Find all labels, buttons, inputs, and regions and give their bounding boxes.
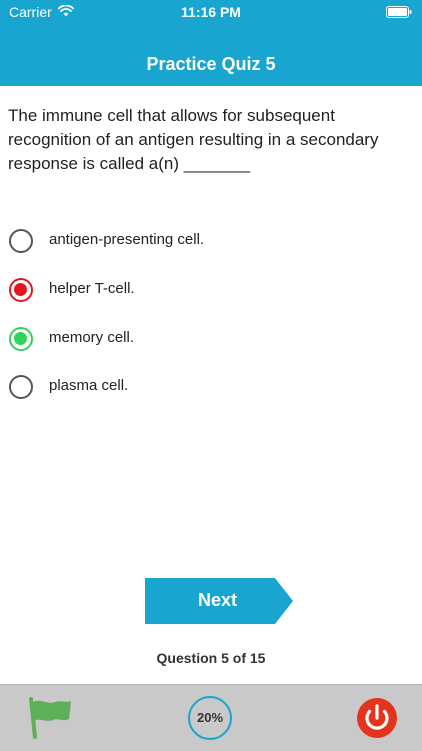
- question-counter: Question 5 of 15: [156, 650, 266, 666]
- page-title: Practice Quiz 5: [146, 54, 276, 74]
- power-icon[interactable]: [356, 697, 398, 739]
- answer-option-3[interactable]: memory cell.: [9, 326, 409, 356]
- flag-icon[interactable]: [25, 697, 73, 739]
- answer-option-1[interactable]: antigen-presenting cell.: [9, 228, 409, 258]
- answer-option-4[interactable]: plasma cell.: [9, 374, 409, 404]
- radio-unselected-icon[interactable]: [9, 375, 33, 399]
- status-time: 11:16 PM: [181, 4, 241, 20]
- radio-incorrect-icon[interactable]: [9, 278, 33, 302]
- option-label: plasma cell.: [49, 377, 129, 394]
- answer-option-2[interactable]: helper T-cell.: [9, 277, 409, 307]
- radio-correct-icon[interactable]: [9, 327, 33, 351]
- progress-indicator: 20%: [188, 696, 232, 740]
- progress-label: 20%: [196, 710, 224, 725]
- bottom-toolbar: 20%: [0, 684, 422, 751]
- option-label: helper T-cell.: [49, 280, 135, 297]
- radio-unselected-icon[interactable]: [9, 229, 33, 253]
- header-bar: Carrier 11:16 PM Practice Quiz 5: [0, 0, 422, 86]
- next-button-label: Next: [197, 590, 237, 610]
- option-label: antigen-presenting cell.: [49, 231, 205, 248]
- battery-icon: [386, 6, 412, 18]
- next-button[interactable]: Next: [145, 578, 293, 624]
- status-bar: Carrier 11:16 PM: [0, 0, 422, 26]
- question-text: The immune cell that allows for subseque…: [8, 106, 379, 173]
- option-label: memory cell.: [49, 329, 135, 346]
